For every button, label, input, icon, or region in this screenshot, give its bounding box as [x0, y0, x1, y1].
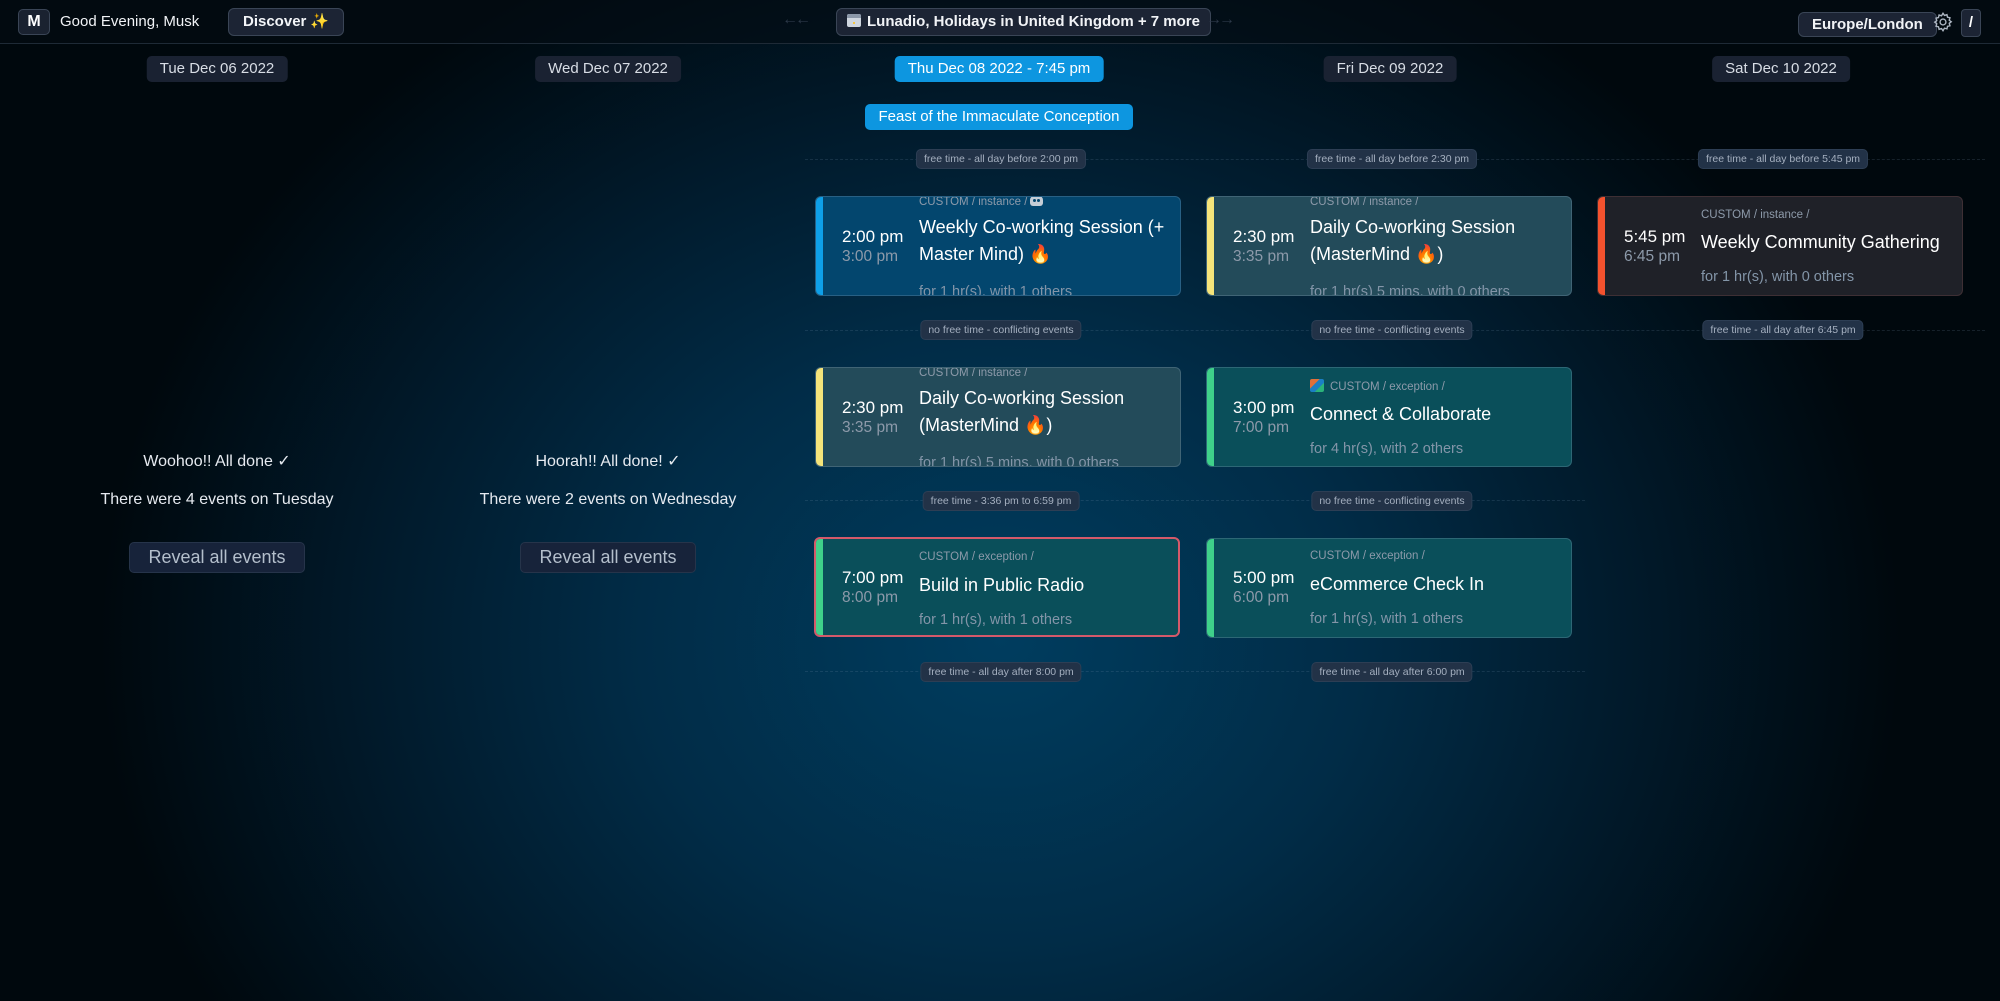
event-color-bar [816, 368, 823, 466]
greeting: Good Evening, Musk [60, 13, 200, 30]
event-color-bar [1598, 197, 1605, 295]
completed-message: Woohoo!! All done ✓ [143, 453, 291, 470]
event-meta: CUSTOM / instance / [1701, 209, 1810, 221]
day-header-tue[interactable]: Tue Dec 06 2022 [146, 56, 288, 82]
event-card[interactable]: 2:30 pm 3:35 pm CUSTOM / instance / Dail… [815, 367, 1181, 467]
day-header-today[interactable]: Thu Dec 08 2022 - 7:45 pm [894, 56, 1104, 82]
event-title: Weekly Community Gathering [1701, 232, 1940, 252]
event-meta: CUSTOM / instance / [1310, 196, 1419, 208]
reveal-events-button-tue[interactable]: Reveal all events [129, 542, 305, 573]
event-details: for 1 hr(s) 5 mins, with 0 others [919, 455, 1119, 467]
event-title: Weekly Co-working Session (+ Master Mind… [919, 217, 1165, 264]
event-color-bar [1207, 197, 1214, 295]
event-start-time: 2:00 pm [842, 227, 904, 246]
event-meta: CUSTOM / exception / [1310, 550, 1425, 562]
logo-button[interactable]: M [18, 9, 50, 35]
event-start-time: 2:30 pm [842, 398, 904, 417]
event-end-time: 7:00 pm [1233, 419, 1290, 436]
completed-message: Hoorah!! All done! ✓ [535, 453, 681, 470]
event-details: for 1 hr(s), with 1 others [919, 284, 1073, 296]
free-time-pill: free time - all day after 6:00 pm [1311, 662, 1473, 682]
calendar-icon [847, 14, 861, 27]
event-title: Build in Public Radio [919, 575, 1085, 595]
day-header-wed[interactable]: Wed Dec 07 2022 [535, 56, 681, 82]
event-card[interactable]: 5:00 pm 6:00 pm CUSTOM / exception / eCo… [1206, 538, 1572, 638]
event-end-time: 6:45 pm [1624, 248, 1681, 265]
event-details: for 4 hr(s), with 2 others [1310, 441, 1464, 457]
event-title: Daily Co-working Session (MasterMind 🔥) [919, 388, 1125, 435]
event-end-time: 3:00 pm [842, 248, 899, 265]
free-time-pill: no free time - conflicting events [1311, 491, 1473, 511]
next-days-arrow[interactable]: →→ [1206, 11, 1235, 29]
event-meta: CUSTOM / instance / [919, 196, 1044, 208]
free-time-pill: no free time - conflicting events [1311, 320, 1473, 340]
event-card[interactable]: 2:00 pm 3:00 pm CUSTOM / instance / Week… [815, 196, 1181, 296]
event-color-bar [816, 539, 823, 635]
event-details: for 1 hr(s), with 1 others [919, 612, 1073, 628]
event-start-time: 2:30 pm [1233, 227, 1295, 246]
event-title: eCommerce Check In [1310, 574, 1485, 594]
holiday-badge[interactable]: Feast of the Immaculate Conception [865, 104, 1133, 130]
event-end-time: 3:35 pm [842, 419, 899, 436]
app-icon [1310, 379, 1324, 392]
top-bar: M Good Evening, Musk Discover ✨ ←← Lunadi… [0, 0, 2000, 44]
timezone-button[interactable]: Europe/London [1798, 12, 1937, 37]
event-end-time: 6:00 pm [1233, 589, 1290, 606]
event-details: for 1 hr(s) 5 mins, with 0 others [1310, 284, 1510, 296]
event-details: for 1 hr(s), with 0 others [1701, 269, 1855, 285]
event-meta: CUSTOM / instance / [919, 367, 1028, 379]
event-end-time: 3:35 pm [1233, 248, 1290, 265]
event-title: Connect & Collaborate [1310, 404, 1492, 424]
command-palette-button[interactable]: / [1961, 9, 1981, 37]
free-time-pill: free time - all day after 8:00 pm [920, 662, 1082, 682]
calendar-selector-label: Lunadio, Holidays in United Kingdom + 7 … [867, 13, 1200, 30]
event-color-bar [1207, 368, 1214, 466]
reveal-events-button-wed[interactable]: Reveal all events [520, 542, 696, 573]
event-meta: CUSTOM / exception / [919, 551, 1034, 563]
free-time-pill: free time - all day before 2:30 pm [1306, 149, 1478, 169]
event-card[interactable]: 5:45 pm 6:45 pm CUSTOM / instance / Week… [1597, 196, 1963, 296]
free-time-pill: no free time - conflicting events [920, 320, 1082, 340]
event-start-time: 5:00 pm [1233, 568, 1295, 587]
day-header-sat[interactable]: Sat Dec 10 2022 [1712, 56, 1850, 82]
sparkles-icon: ✨ [310, 13, 330, 30]
event-color-bar [816, 197, 823, 295]
gear-icon[interactable] [1932, 11, 1954, 33]
event-start-time: 3:00 pm [1233, 398, 1295, 417]
previous-days-arrow[interactable]: ←← [782, 11, 811, 29]
event-meta-text: CUSTOM / instance / [919, 196, 1028, 208]
event-color-bar [1207, 539, 1214, 637]
completed-summary: There were 2 events on Wednesday [479, 491, 737, 508]
event-card[interactable]: 2:30 pm 3:35 pm CUSTOM / instance / Dail… [1206, 196, 1572, 296]
free-time-pill: free time - 3:36 pm to 6:59 pm [922, 491, 1080, 511]
completed-summary: There were 4 events on Tuesday [100, 491, 334, 508]
discover-button[interactable]: Discover ✨ [228, 8, 345, 36]
free-time-pill: free time - all day after 6:45 pm [1702, 320, 1864, 340]
event-meta: CUSTOM / exception / [1310, 379, 1445, 393]
event-details: for 1 hr(s), with 1 others [1310, 611, 1464, 627]
day-header-fri[interactable]: Fri Dec 09 2022 [1323, 56, 1457, 82]
event-title: Daily Co-working Session (MasterMind 🔥) [1310, 217, 1516, 264]
free-time-pill: free time - all day before 2:00 pm [915, 149, 1087, 169]
discover-label: Discover [243, 13, 307, 30]
event-card[interactable]: 3:00 pm 7:00 pm CUSTOM / exception / Con… [1206, 367, 1572, 467]
free-time-pill: free time - all day before 5:45 pm [1697, 149, 1869, 169]
event-meta-text: CUSTOM / exception / [1330, 381, 1445, 393]
event-card-highlighted[interactable]: 7:00 pm 8:00 pm CUSTOM / exception / Bui… [814, 537, 1180, 637]
event-start-time: 7:00 pm [842, 568, 904, 587]
discord-icon [1030, 197, 1044, 206]
event-end-time: 8:00 pm [842, 589, 899, 606]
event-start-time: 5:45 pm [1624, 227, 1686, 246]
calendar-selector[interactable]: Lunadio, Holidays in United Kingdom + 7 … [836, 8, 1211, 36]
